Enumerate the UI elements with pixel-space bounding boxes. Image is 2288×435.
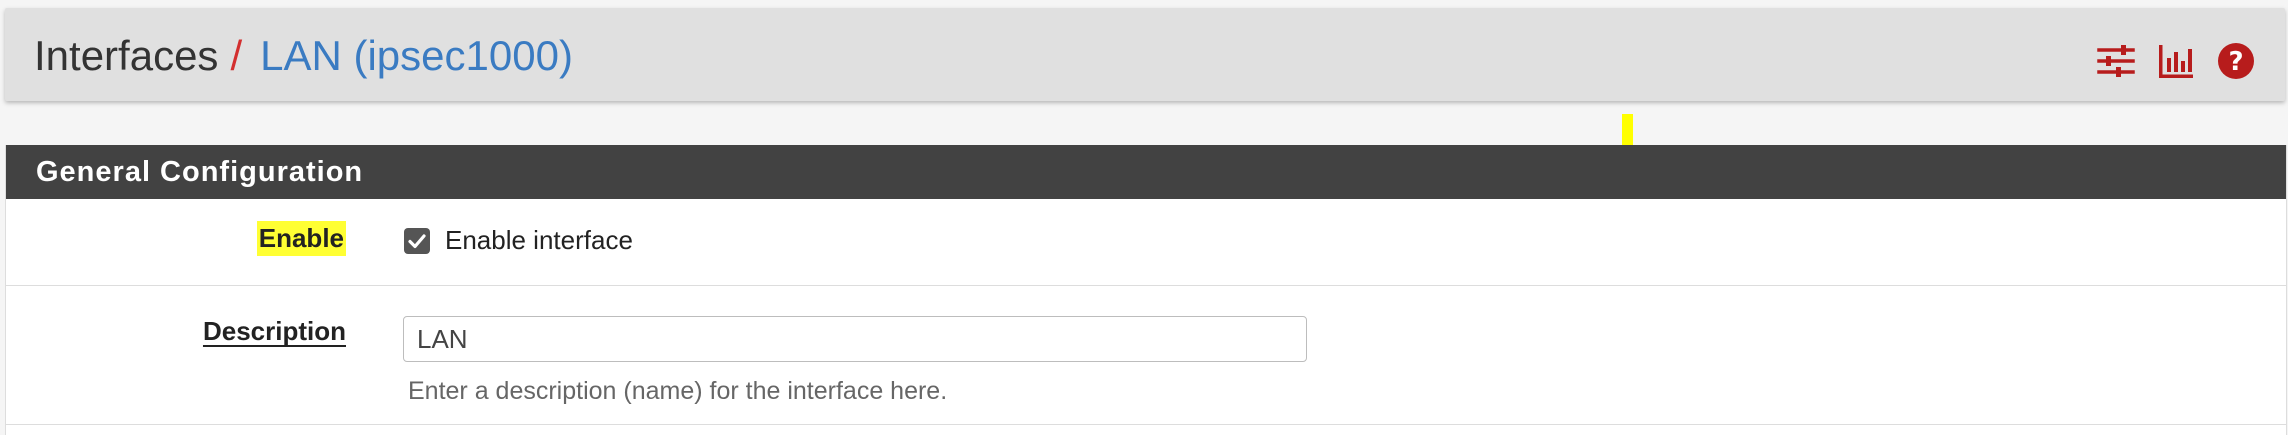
help-icon[interactable]: ? [2217, 42, 2255, 80]
header-icon-bar: ? [2097, 42, 2255, 80]
bar-chart-icon[interactable] [2157, 42, 2195, 80]
panel-heading: General Configuration [6, 145, 2286, 199]
description-label: Description [202, 316, 346, 346]
description-input[interactable] [403, 316, 1307, 362]
svg-text:?: ? [2228, 47, 2243, 77]
breadcrumb-current[interactable]: LAN (ipsec1000) [260, 32, 573, 79]
description-help-text: Enter a description (name) for the inter… [408, 377, 948, 405]
breadcrumb: Interfaces / LAN (ipsec1000) [34, 28, 573, 84]
enable-row: Enable Enable interface [6, 199, 2286, 286]
checkmark-icon [408, 234, 426, 249]
highlight-marker [1622, 114, 1633, 146]
breadcrumb-separator: / [230, 32, 243, 79]
enable-interface-checkbox[interactable] [404, 228, 430, 254]
breadcrumb-root[interactable]: Interfaces [34, 32, 218, 79]
enable-label: Enable [256, 221, 346, 256]
page-header: Interfaces / LAN (ipsec1000) ? [5, 8, 2285, 101]
sliders-icon[interactable] [2097, 42, 2135, 80]
description-row: Description Enter a description (name) f… [6, 286, 2286, 425]
general-configuration-panel: General Configuration Enable Enable inte… [5, 145, 2287, 435]
enable-interface-label[interactable]: Enable interface [445, 225, 633, 256]
